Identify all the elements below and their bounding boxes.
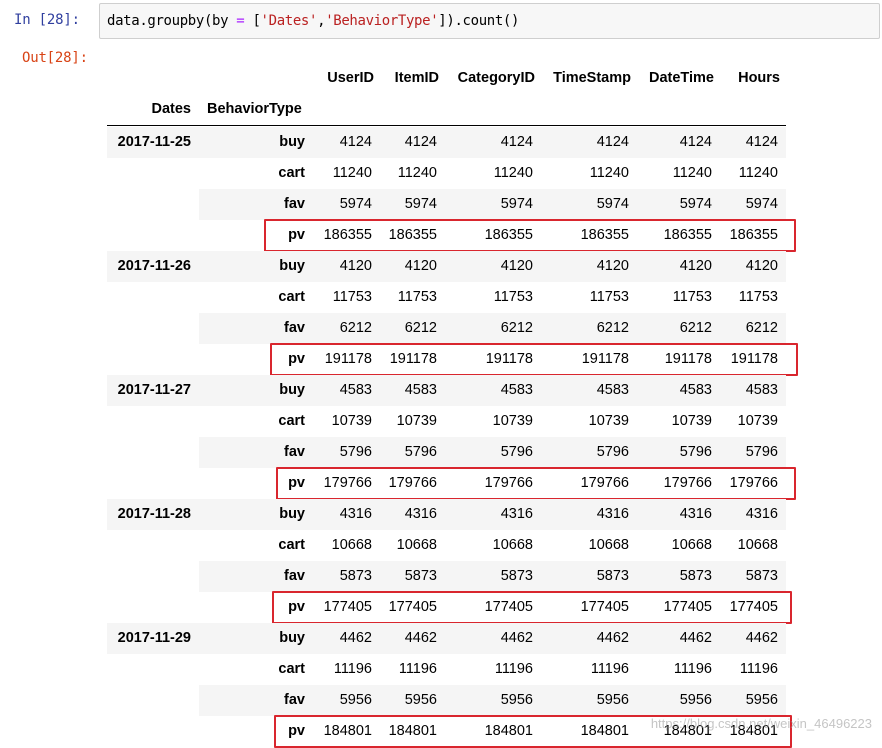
table-cell: 4124 (745, 134, 778, 150)
table-cell: 11196 (398, 661, 437, 677)
date-index-label: 2017-11-28 (117, 506, 191, 522)
table-cell: 5974 (404, 196, 437, 212)
table-cell: 11753 (397, 289, 437, 305)
table-cell: 11196 (590, 661, 629, 677)
table-cell: 11753 (589, 289, 629, 305)
table-cell: 4583 (404, 382, 437, 398)
highlight-box (270, 343, 798, 376)
column-header: ItemID (394, 70, 439, 86)
table-cell: 4462 (500, 630, 533, 646)
table-cell: 4124 (596, 134, 629, 150)
table-cell: 10668 (737, 537, 778, 553)
table-cell: 5873 (404, 568, 437, 584)
date-index-label: 2017-11-27 (117, 382, 191, 398)
table-cell: 4462 (745, 630, 778, 646)
table-cell: 5974 (596, 196, 629, 212)
table-cell: 11240 (738, 165, 778, 181)
table-cell: 11240 (589, 165, 629, 181)
table-cell: 4316 (596, 506, 629, 522)
watermark: https://blog.csdn.net/weixin_46496223 (650, 716, 872, 731)
table-cell: 5974 (745, 196, 778, 212)
table-cell: 4316 (404, 506, 437, 522)
table-cell: 4462 (596, 630, 629, 646)
table-cell: 4583 (596, 382, 629, 398)
column-header: TimeStamp (553, 70, 631, 86)
table-cell: 6212 (500, 320, 533, 336)
table-cell: 10668 (492, 537, 533, 553)
highlight-box (264, 219, 796, 252)
table-cell: 6212 (745, 320, 778, 336)
table-cell: 4120 (745, 258, 778, 274)
table-cell: 5796 (404, 444, 437, 460)
date-index-label: 2017-11-26 (117, 258, 191, 274)
table-cell: 6212 (596, 320, 629, 336)
column-header: CategoryID (457, 70, 535, 86)
table-cell: 4124 (500, 134, 533, 150)
table-cell: 10739 (396, 413, 437, 429)
table-cell: 4316 (745, 506, 778, 522)
table-cell: 5873 (500, 568, 533, 584)
table-cell: 5796 (500, 444, 533, 460)
table-cell: 4120 (596, 258, 629, 274)
index-name-behaviortype: BehaviorType (207, 101, 302, 117)
table-cell: 4120 (500, 258, 533, 274)
table-cell: 4124 (404, 134, 437, 150)
table-cell: 5873 (596, 568, 629, 584)
table-cell: 5956 (404, 692, 437, 708)
table-cell: 4120 (404, 258, 437, 274)
table-cell: 11753 (738, 289, 778, 305)
highlight-box (276, 467, 796, 500)
column-header: UserID (327, 70, 374, 86)
date-index-label: 2017-11-25 (117, 134, 191, 150)
header-rule (107, 125, 786, 126)
column-header: DateTime (648, 70, 714, 86)
table-cell: 5873 (745, 568, 778, 584)
table-cell: 6212 (404, 320, 437, 336)
table-cell: 4316 (500, 506, 533, 522)
table-cell: 10668 (396, 537, 437, 553)
output-dataframe-table: UserID ItemID CategoryID TimeStamp DateTime H… (0, 0, 882, 748)
table-cell: 11196 (739, 661, 778, 677)
table-cell: 5974 (500, 196, 533, 212)
table-cell: 10739 (492, 413, 533, 429)
table-cell: 4583 (500, 382, 533, 398)
highlight-box (272, 591, 792, 624)
table-cell: 5956 (745, 692, 778, 708)
table-cell: 4583 (745, 382, 778, 398)
table-cell: 4462 (404, 630, 437, 646)
table-cell: 11240 (397, 165, 437, 181)
table-cell: 11753 (493, 289, 533, 305)
table-cell: 5956 (500, 692, 533, 708)
table-cell: 10739 (737, 413, 778, 429)
table-cell: 11196 (494, 661, 533, 677)
table-cell: 5956 (596, 692, 629, 708)
date-index-label: 2017-11-29 (117, 630, 191, 646)
table-cell: 11240 (493, 165, 533, 181)
index-name-dates: Dates (151, 101, 192, 117)
table-cell: 5796 (745, 444, 778, 460)
column-header: Hours (738, 70, 780, 86)
table-cell: 10739 (588, 413, 629, 429)
table-cell: 5796 (596, 444, 629, 460)
table-cell: 10668 (588, 537, 629, 553)
